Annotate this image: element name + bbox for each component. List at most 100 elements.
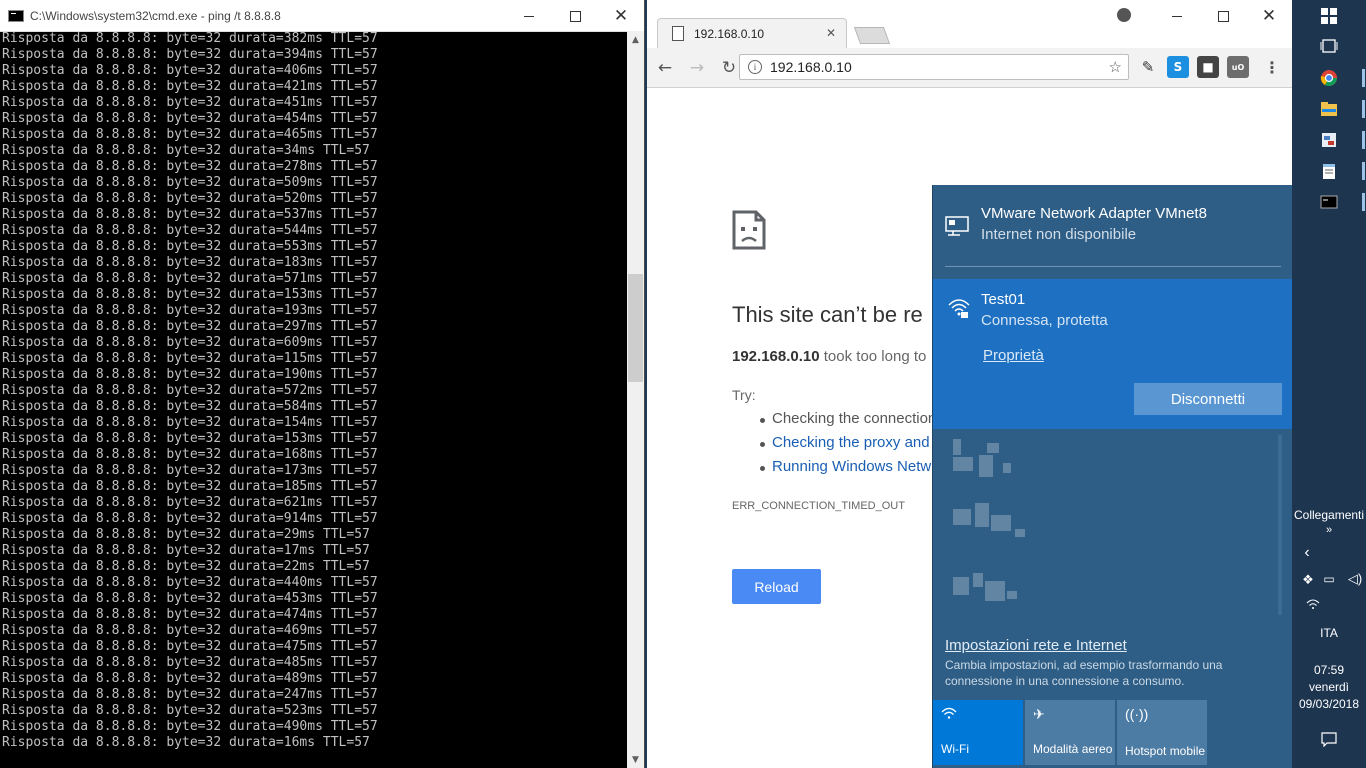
clock-day[interactable]: venerdì (1292, 680, 1366, 694)
network-item-wifi-selected[interactable]: Test01 Connessa, protetta Proprietà Disc… (933, 279, 1292, 429)
tab-strip: 192.168.0.10 ✕ ✕ (647, 0, 1292, 48)
cmd-window[interactable]: C:\Windows\system32\cmd.exe - ping /t 8.… (0, 0, 645, 768)
quick-action-label: Hotspot mobile (1125, 744, 1206, 758)
notepad-icon[interactable] (1320, 162, 1338, 180)
console-line: Risposta da 8.8.8.8: byte=32 durata=16ms… (2, 735, 370, 750)
chrome-window-controls: ✕ (1154, 0, 1292, 32)
console-line: Risposta da 8.8.8.8: byte=32 durata=406m… (2, 63, 378, 78)
wifi-tray-icon[interactable] (1306, 598, 1320, 610)
disconnect-button[interactable]: Disconnetti (1134, 383, 1282, 415)
console-line: Risposta da 8.8.8.8: byte=32 durata=490m… (2, 719, 378, 734)
error-description: 192.168.0.10 took too long to (732, 348, 926, 365)
file-explorer-icon[interactable] (1320, 100, 1338, 118)
quick-action-label: Modalità aereo (1033, 742, 1113, 756)
console-line: Risposta da 8.8.8.8: byte=32 durata=523m… (2, 703, 378, 718)
network-connections-icon[interactable] (1320, 131, 1338, 149)
console-line: Risposta da 8.8.8.8: byte=32 durata=115m… (2, 351, 378, 366)
console-line: Risposta da 8.8.8.8: byte=32 durata=193m… (2, 303, 378, 318)
minimize-button[interactable] (1154, 0, 1200, 32)
running-indicator (1362, 69, 1365, 87)
console-output[interactable]: Risposta da 8.8.8.8: byte=32 durata=382m… (2, 31, 628, 768)
error-code: ERR_CONNECTION_TIMED_OUT (732, 500, 905, 512)
ublock-icon[interactable]: uO (1227, 56, 1249, 78)
console-line: Risposta da 8.8.8.8: byte=32 durata=485m… (2, 655, 378, 670)
start-windows-icon[interactable] (1320, 7, 1338, 25)
cmd-titlebar[interactable]: C:\Windows\system32\cmd.exe - ping /t 8.… (0, 0, 644, 32)
maximize-button[interactable] (1200, 0, 1246, 32)
chrome-app-icon[interactable] (1320, 69, 1338, 87)
scroll-down-icon[interactable]: ▼ (627, 751, 644, 768)
address-bar[interactable]: i ☆ (739, 54, 1129, 80)
console-line: Risposta da 8.8.8.8: byte=32 durata=185m… (2, 479, 378, 494)
wifi-icon (941, 706, 1015, 732)
quick-action-hotspot[interactable]: ((·)) Hotspot mobile (1117, 700, 1207, 765)
close-button[interactable]: ✕ (598, 0, 644, 32)
console-line: Risposta da 8.8.8.8: byte=32 durata=173m… (2, 463, 378, 478)
skype-extension-icon[interactable]: S (1167, 56, 1189, 78)
cmd-window-controls: ✕ (506, 0, 644, 32)
console-line: Risposta da 8.8.8.8: byte=32 durata=454m… (2, 111, 378, 126)
console-line: Risposta da 8.8.8.8: byte=32 durata=22ms… (2, 559, 370, 574)
close-button[interactable]: ✕ (1246, 0, 1292, 32)
forward-icon[interactable]: → (683, 54, 711, 82)
suggestion-link-diagnostics[interactable]: Running Windows Netw (759, 458, 936, 482)
action-center-icon[interactable] (1321, 731, 1337, 747)
reload-button[interactable]: Reload (732, 569, 821, 604)
console-line: Risposta da 8.8.8.8: byte=32 durata=571m… (2, 271, 378, 286)
console-line: Risposta da 8.8.8.8: byte=32 durata=537m… (2, 207, 378, 222)
tab-close-icon[interactable]: ✕ (826, 26, 836, 40)
back-icon[interactable]: ← (651, 54, 679, 82)
running-indicator (1362, 100, 1365, 118)
url-input[interactable] (770, 59, 1100, 75)
quick-action-airplane[interactable]: ✈ Modalità aereo (1025, 700, 1115, 765)
user-icon[interactable] (1117, 8, 1131, 22)
console-line: Risposta da 8.8.8.8: byte=32 durata=453m… (2, 591, 378, 606)
scroll-thumb[interactable] (628, 274, 643, 382)
input-language[interactable]: ITA (1292, 626, 1366, 640)
console-line: Risposta da 8.8.8.8: byte=32 durata=394m… (2, 47, 378, 62)
new-tab-button[interactable] (853, 27, 891, 44)
tab-title: 192.168.0.10 (694, 26, 765, 41)
console-line: Risposta da 8.8.8.8: byte=32 durata=451m… (2, 95, 378, 110)
cmd-scrollbar[interactable]: ▲ ▼ (627, 31, 644, 768)
try-label: Try: (732, 387, 756, 403)
links-chevron-icon[interactable]: » (1292, 524, 1366, 536)
suggestion-link-proxy[interactable]: Checking the proxy and (759, 434, 936, 458)
network-item-vmnet8[interactable]: VMware Network Adapter VMnet8 Internet n… (933, 185, 1292, 267)
scroll-up-icon[interactable]: ▲ (627, 31, 644, 48)
clock-date[interactable]: 09/03/2018 (1292, 697, 1366, 711)
console-line: Risposta da 8.8.8.8: byte=32 durata=29ms… (2, 527, 370, 542)
chrome-toolbar: ← → ↻ i ☆ ✎ S ■ uO ⋮ (647, 48, 1292, 88)
extension-icon[interactable]: ■ (1197, 56, 1219, 78)
console-line: Risposta da 8.8.8.8: byte=32 durata=621m… (2, 495, 378, 510)
network-list-scrollbar[interactable] (1278, 435, 1282, 615)
console-line: Risposta da 8.8.8.8: byte=32 durata=544m… (2, 223, 378, 238)
network-list-blurred[interactable] (943, 435, 1273, 615)
task-view-icon[interactable] (1320, 37, 1338, 55)
properties-link[interactable]: Proprietà (983, 347, 1044, 364)
extension-puzzle-icon[interactable]: ✎ (1137, 56, 1159, 78)
network-settings-link[interactable]: Impostazioni rete e Internet (945, 637, 1127, 654)
taskbar[interactable]: Collegamenti » ‹ ❖ ▭ ◁) ITA 07:59 venerd… (1292, 0, 1366, 768)
running-indicator (1362, 193, 1365, 211)
sad-page-icon (732, 210, 766, 250)
tab-active[interactable]: 192.168.0.10 ✕ (657, 18, 847, 48)
volume-icon[interactable]: ◁) (1318, 571, 1366, 587)
maximize-button[interactable] (552, 0, 598, 32)
cmd-title: C:\Windows\system32\cmd.exe - ping /t 8.… (30, 8, 281, 23)
bookmark-star-icon[interactable]: ☆ (1109, 58, 1122, 76)
links-toolbar-label[interactable]: Collegamenti (1294, 508, 1364, 522)
console-line: Risposta da 8.8.8.8: byte=32 durata=553m… (2, 239, 378, 254)
cmd-app-icon[interactable] (1320, 193, 1338, 211)
network-flyout[interactable]: VMware Network Adapter VMnet8 Internet n… (932, 185, 1292, 768)
quick-action-wifi[interactable]: Wi-Fi (933, 700, 1023, 765)
show-hidden-icons-chevron[interactable]: ‹ (1270, 544, 1344, 562)
menu-kebab-icon[interactable]: ⋮ (1261, 56, 1283, 78)
running-indicator (1362, 162, 1365, 180)
console-line: Risposta da 8.8.8.8: byte=32 durata=475m… (2, 639, 378, 654)
minimize-button[interactable] (506, 0, 552, 32)
console-line: Risposta da 8.8.8.8: byte=32 durata=572m… (2, 383, 378, 398)
clock-time[interactable]: 07:59 (1292, 663, 1366, 677)
info-icon[interactable]: i (748, 60, 762, 74)
console-line: Risposta da 8.8.8.8: byte=32 durata=183m… (2, 255, 378, 270)
